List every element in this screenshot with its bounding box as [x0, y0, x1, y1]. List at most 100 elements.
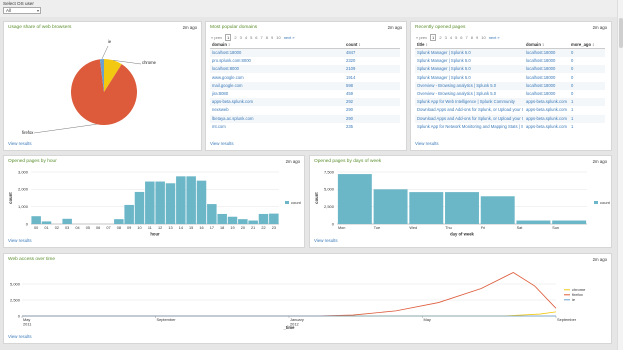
table-cell: 1: [571, 115, 574, 121]
x-tick-label: May: [424, 317, 431, 322]
view-results-link[interactable]: View results: [210, 141, 234, 146]
table-cell[interactable]: jira:8080: [212, 91, 322, 96]
table-cell[interactable]: Splunk App for Network Monitoring and Ma…: [417, 124, 523, 129]
table-cell[interactable]: lbetaya.ac.splunk.com: [212, 116, 322, 121]
table-cell[interactable]: mail.google.com: [212, 83, 322, 88]
x-tick-label: Sun: [552, 226, 559, 230]
column-header[interactable]: more_ago ↕: [571, 42, 601, 47]
pager-page-5[interactable]: 5: [250, 35, 252, 40]
bar-09: [124, 204, 134, 224]
table-cell[interactable]: Splunk App for Web Intelligence | Splunk…: [417, 99, 523, 104]
pagination: « prev 1 2 3 4 5 6 7 8 9 10 next »: [211, 34, 298, 41]
x-tick-label: 2011: [23, 322, 31, 327]
panel-timestamp: 2m ago: [592, 25, 607, 30]
table-cell[interactable]: Overview - Browsing analytics | Splunk 5…: [417, 91, 523, 96]
bar-12: [155, 181, 165, 224]
pagination: « prev 1 2 3 4 5 6 7 8 9 10 next »: [416, 34, 503, 41]
view-results-link[interactable]: View results: [8, 334, 32, 339]
y-tick-label: 0: [18, 313, 21, 318]
y-tick-label: 2,500: [10, 297, 21, 302]
pager-page-1[interactable]: 1: [225, 34, 232, 41]
browser-pie-chart: chrome firefox ie: [22, 39, 157, 135]
pager-page-8[interactable]: 8: [471, 35, 473, 40]
view-results-link[interactable]: View results: [8, 141, 32, 146]
pager-page-7[interactable]: 7: [261, 35, 263, 40]
pager-page-10[interactable]: 10: [276, 35, 280, 40]
pager-page-4[interactable]: 4: [450, 35, 452, 40]
y-axis-title: count: [314, 192, 319, 204]
table-cell[interactable]: mt.com: [212, 124, 322, 129]
table-cell: apps-beta.splunk.com: [526, 107, 567, 113]
pager-page-1[interactable]: 1: [430, 34, 437, 41]
pager-next[interactable]: next »: [489, 35, 500, 40]
table-cell: 1: [571, 107, 574, 113]
table-cell: 598: [346, 82, 353, 88]
y-tick-label: 1,000: [18, 204, 29, 209]
legend-label: count: [600, 200, 611, 205]
view-results-link[interactable]: View results: [8, 238, 32, 243]
pager-page-7[interactable]: 7: [466, 35, 468, 40]
bar-Mon: [337, 174, 372, 224]
pie-label-ie: ie: [108, 39, 112, 44]
table-cell[interactable]: localhost:18000: [212, 50, 322, 55]
table-cell[interactable]: Overview - Browsing analytics | Splunk 5…: [417, 83, 523, 88]
scrollbar-thumb[interactable]: [619, 18, 623, 48]
column-header[interactable]: title ↕: [417, 42, 523, 47]
bar-Sat: [516, 220, 551, 224]
os-user-select[interactable]: All ▾: [3, 7, 41, 14]
view-results-link[interactable]: View results: [314, 238, 338, 243]
series-line-chrome: [22, 311, 557, 317]
x-tick-label: 20: [241, 226, 245, 230]
legend-label: count: [291, 200, 302, 205]
table-cell: 0: [571, 74, 574, 80]
pager-page-6[interactable]: 6: [255, 35, 257, 40]
y-tick-label: 5,000: [324, 187, 335, 192]
x-tick-label: 08: [117, 226, 121, 230]
x-tick-label: 01: [44, 226, 48, 230]
pager-prev[interactable]: « prev: [211, 35, 222, 40]
x-tick-label: 19: [230, 226, 234, 230]
table-cell[interactable]: Splunk Manager | Splunk 5.0: [417, 58, 523, 63]
table-cell[interactable]: Splunk Manager | Splunk 5.0: [417, 50, 523, 55]
table-cell[interactable]: apps-beta.splunk.com: [212, 99, 322, 104]
pager-next[interactable]: next »: [284, 35, 295, 40]
pager-page-5[interactable]: 5: [455, 35, 457, 40]
bar-Thu: [445, 192, 479, 224]
pager-page-6[interactable]: 6: [460, 35, 462, 40]
table-cell[interactable]: pro.splunk.com:8000: [212, 58, 322, 63]
x-tick-label: 12: [158, 226, 162, 230]
panel-recent-pages: Recently opened pages 2m ago « prev 1 2 3 4 5…: [410, 21, 612, 151]
bar-18: [217, 213, 227, 224]
bar-Wed: [409, 192, 444, 224]
pager-prev[interactable]: « prev: [416, 35, 427, 40]
table-cell[interactable]: nexsweb: [212, 107, 322, 112]
column-header[interactable]: domain ↕: [526, 42, 568, 47]
page-scrollbar[interactable]: [617, 0, 623, 350]
column-header[interactable]: domain ↕: [212, 42, 322, 47]
view-results-link[interactable]: View results: [415, 141, 439, 146]
table-cell[interactable]: localhost:8000: [212, 66, 322, 71]
panel-popular-domains: Most popular domains 2m ago « prev 1 2 3 4 5 6…: [205, 21, 407, 151]
table-cell[interactable]: Download Apps and Add-ons for Splunk, or…: [417, 116, 523, 121]
table-cell[interactable]: Splunk Manager | Splunk 5.0: [417, 75, 523, 80]
pager-page-3[interactable]: 3: [240, 35, 242, 40]
pager-page-2[interactable]: 2: [234, 35, 236, 40]
column-header[interactable]: count ↕: [346, 42, 391, 47]
table-cell: apps-beta.splunk.com: [526, 99, 567, 105]
pager-page-10[interactable]: 10: [481, 35, 485, 40]
table-cell[interactable]: Download Apps and Add-ons for Splunk, or…: [417, 107, 523, 112]
pager-page-3[interactable]: 3: [445, 35, 447, 40]
pager-page-8[interactable]: 8: [266, 35, 268, 40]
table-cell: 2109: [346, 66, 356, 72]
os-user-select-label: Select OS user: [3, 1, 34, 6]
pager-page-4[interactable]: 4: [245, 35, 247, 40]
pager-page-2[interactable]: 2: [439, 35, 441, 40]
pager-page-9[interactable]: 9: [476, 35, 478, 40]
panel-title: Recently opened pages: [415, 25, 466, 30]
legend-swatch: [285, 201, 289, 204]
table-cell: 459: [346, 91, 353, 96]
table-cell[interactable]: Splunk Manager | Splunk 5.0: [417, 66, 523, 71]
y-axis-title: count: [8, 192, 13, 204]
table-cell[interactable]: www.google.com: [212, 75, 322, 80]
pager-page-9[interactable]: 9: [271, 35, 273, 40]
